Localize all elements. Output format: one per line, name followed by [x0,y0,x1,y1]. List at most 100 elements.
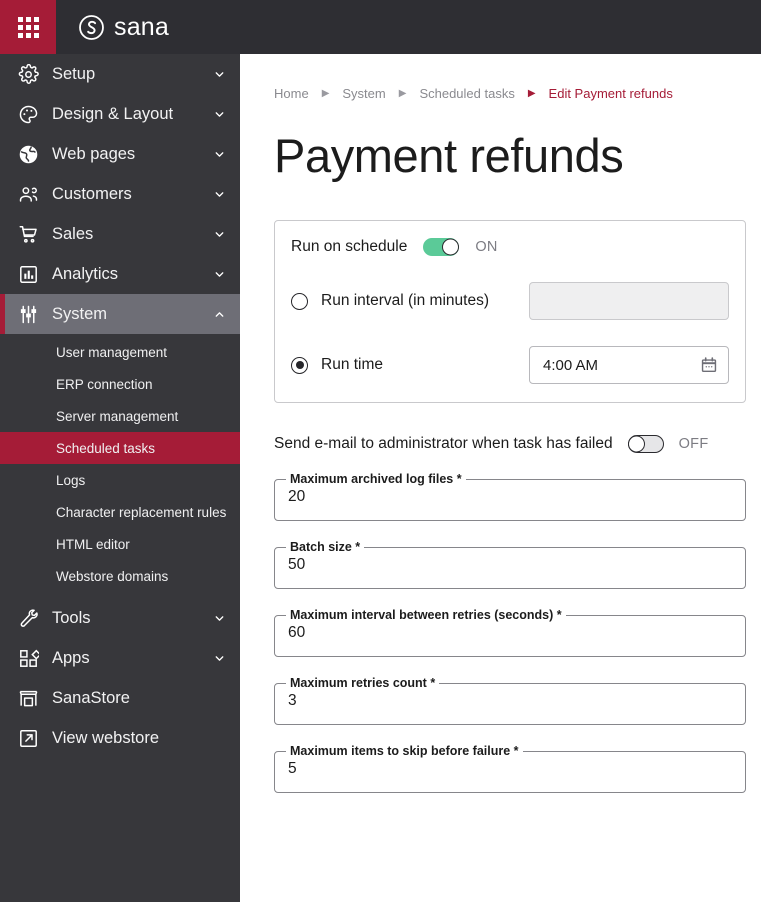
field-value: 60 [288,624,306,641]
gear-icon [18,63,44,85]
field-label: Maximum items to skip before failure * [286,744,523,758]
sidebar-subitem-label: Server management [56,408,179,424]
field-maximum-interval-between-retries[interactable]: Maximum interval between retries (second… [274,608,746,657]
sidebar-subitem-user-management[interactable]: User management [0,336,240,368]
breadcrumb-item-system[interactable]: System [342,86,385,101]
page-title: Payment refunds [274,129,624,182]
chevron-up-icon [212,308,226,321]
cart-icon [18,224,44,245]
sidebar-subitem-label: User management [56,344,168,360]
store-icon [18,688,44,709]
sidebar-subitem-webstore-domains[interactable]: Webstore domains [0,560,240,592]
run-time-option[interactable]: Run time [291,356,529,374]
top-bar: sana [0,0,761,54]
field-maximum-items-to-skip-before-failure[interactable]: Maximum items to skip before failure * 5 [274,744,746,793]
run-on-schedule-label: Run on schedule [291,238,408,255]
apps-blocks-icon [18,648,44,669]
sidebar-subitem-label: Logs [56,472,86,488]
field-batch-size[interactable]: Batch size * 50 [274,540,746,589]
app-root: sana Setup Design & Layout Web pages Cus… [0,0,761,902]
chevron-down-icon [212,652,226,665]
breadcrumb-item-home[interactable]: Home [274,86,309,101]
external-link-icon [18,728,44,749]
sidebar-item-label: SanaStore [52,688,130,707]
schedule-card: Run on schedule ON Run interval (in minu… [274,220,746,403]
chevron-down-icon [212,68,226,81]
sana-circle-logo-icon [78,14,105,41]
breadcrumb: Home ▶ System ▶ Scheduled tasks ▶ Edit P… [274,54,761,101]
sidebar-item-apps[interactable]: Apps [0,638,240,678]
sidebar-subitem-scheduled-tasks[interactable]: Scheduled tasks [0,432,240,464]
brand-name: sana [114,12,170,41]
chevron-down-icon [212,268,226,281]
chevron-down-icon [212,228,226,241]
wrench-icon [18,608,44,629]
sidebar-item-customers[interactable]: Customers [0,174,240,214]
sidebar-item-tools[interactable]: Tools [0,598,240,638]
field-maximum-retries-count[interactable]: Maximum retries count * 3 [274,676,746,725]
field-label: Batch size * [286,540,365,554]
sidebar-subitem-erp-connection[interactable]: ERP connection [0,368,240,400]
chevron-down-icon [212,612,226,625]
sidebar-item-web-pages[interactable]: Web pages [0,134,240,174]
sidebar-item-view-webstore[interactable]: View webstore [0,718,240,758]
breadcrumb-separator-icon: ▶ [321,88,330,99]
email-on-failure-state: OFF [678,436,709,452]
email-on-failure-toggle[interactable] [627,435,664,453]
run-time-input[interactable]: 4:00 AM [529,346,729,384]
sidebar-item-label: Web pages [52,144,136,163]
field-value: 50 [288,556,306,573]
chevron-down-icon [212,148,226,161]
run-time-value: 4:00 AM [543,356,599,374]
sidebar-subitem-html-editor[interactable]: HTML editor [0,528,240,560]
run-interval-label: Run interval (in minutes) [321,292,489,309]
sidebar-subitem-label: ERP connection [56,376,153,392]
breadcrumb-separator-icon: ▶ [398,88,407,99]
sidebar-item-label: Customers [52,184,132,203]
run-interval-radio[interactable] [291,292,308,310]
field-label: Maximum archived log files * [286,472,466,486]
sidebar-item-sales[interactable]: Sales [0,214,240,254]
sidebar-item-setup[interactable]: Setup [0,54,240,94]
sidebar-item-system[interactable]: System [0,294,240,334]
chevron-down-icon [212,108,226,121]
sidebar-item-label: Tools [52,608,91,627]
sidebar-item-label: Apps [52,648,90,667]
sidebar-item-analytics[interactable]: Analytics [0,254,240,294]
field-value: 3 [288,692,297,709]
main-content: Home ▶ System ▶ Scheduled tasks ▶ Edit P… [240,54,761,902]
run-on-schedule-row: Run on schedule ON [291,238,729,256]
breadcrumb-item-current: Edit Payment refunds [548,86,673,101]
sidebar-subitem-character-replacement-rules[interactable]: Character replacement rules [0,496,240,528]
body-split: Setup Design & Layout Web pages Customer… [0,54,761,902]
sliders-icon [18,304,44,325]
field-value: 5 [288,760,297,777]
sidebar-item-label: View webstore [52,728,160,747]
toggle-knob [627,435,645,453]
calendar-icon[interactable] [700,356,718,374]
sidebar-item-label: Analytics [52,264,119,283]
sidebar-subitem-label: Character replacement rules [56,504,227,520]
sidebar-item-design-layout[interactable]: Design & Layout [0,94,240,134]
sidebar-item-sanastore[interactable]: SanaStore [0,678,240,718]
run-on-schedule-toggle[interactable] [423,238,460,256]
field-maximum-archived-log-files[interactable]: Maximum archived log files * 20 [274,472,746,521]
field-label: Maximum interval between retries (second… [286,608,566,622]
people-icon [18,184,44,205]
sidebar-item-label: Design & Layout [52,104,174,123]
apps-menu-button[interactable] [0,0,56,54]
run-interval-input[interactable] [529,282,729,320]
run-time-row: Run time 4:00 AM [291,346,729,384]
toggle-knob [442,238,460,256]
run-interval-option[interactable]: Run interval (in minutes) [291,292,529,310]
sidebar-subitem-server-management[interactable]: Server management [0,400,240,432]
globe-icon [18,144,44,165]
sidebar-subitem-logs[interactable]: Logs [0,464,240,496]
run-time-radio[interactable] [291,356,308,374]
brand-logo[interactable]: sana [56,0,169,54]
sidebar-subitem-label: Scheduled tasks [56,440,156,456]
breadcrumb-item-scheduled-tasks[interactable]: Scheduled tasks [419,86,514,101]
breadcrumb-separator-icon: ▶ [527,88,536,99]
sidebar: Setup Design & Layout Web pages Customer… [0,54,240,902]
run-on-schedule-state: ON [475,239,498,255]
